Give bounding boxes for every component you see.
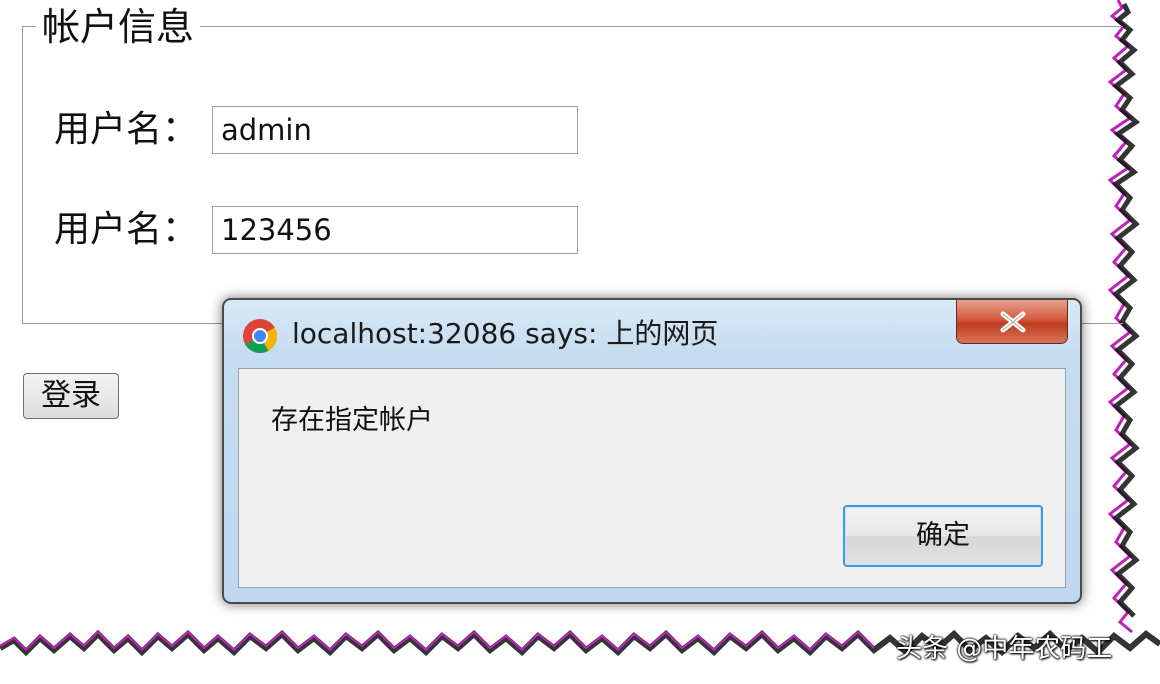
watermark-text: 头条 @中年农码工 — [896, 634, 1113, 664]
ok-button[interactable]: 确定 — [843, 505, 1043, 567]
account-fieldset — [22, 26, 1123, 324]
password-input[interactable]: 123456 — [212, 206, 578, 254]
password-label: 用户名： — [54, 209, 199, 250]
dialog-body: 存在指定帐户 确定 — [238, 368, 1066, 588]
fieldset-legend: 帐户信息 — [36, 4, 201, 50]
login-button[interactable]: 登录 — [23, 373, 119, 419]
alert-dialog: localhost:32086 says: 上的网页 存在指定帐户 确定 — [222, 298, 1082, 604]
dialog-message: 存在指定帐户 — [271, 405, 433, 436]
dialog-title: localhost:32086 says: 上的网页 — [292, 317, 719, 350]
username-input[interactable]: admin — [212, 106, 578, 154]
dialog-titlebar[interactable]: localhost:32086 says: 上的网页 — [224, 300, 1080, 368]
close-button[interactable] — [956, 300, 1068, 344]
username-label: 用户名： — [54, 109, 199, 150]
chrome-icon — [243, 319, 277, 353]
close-icon — [1000, 311, 1026, 333]
